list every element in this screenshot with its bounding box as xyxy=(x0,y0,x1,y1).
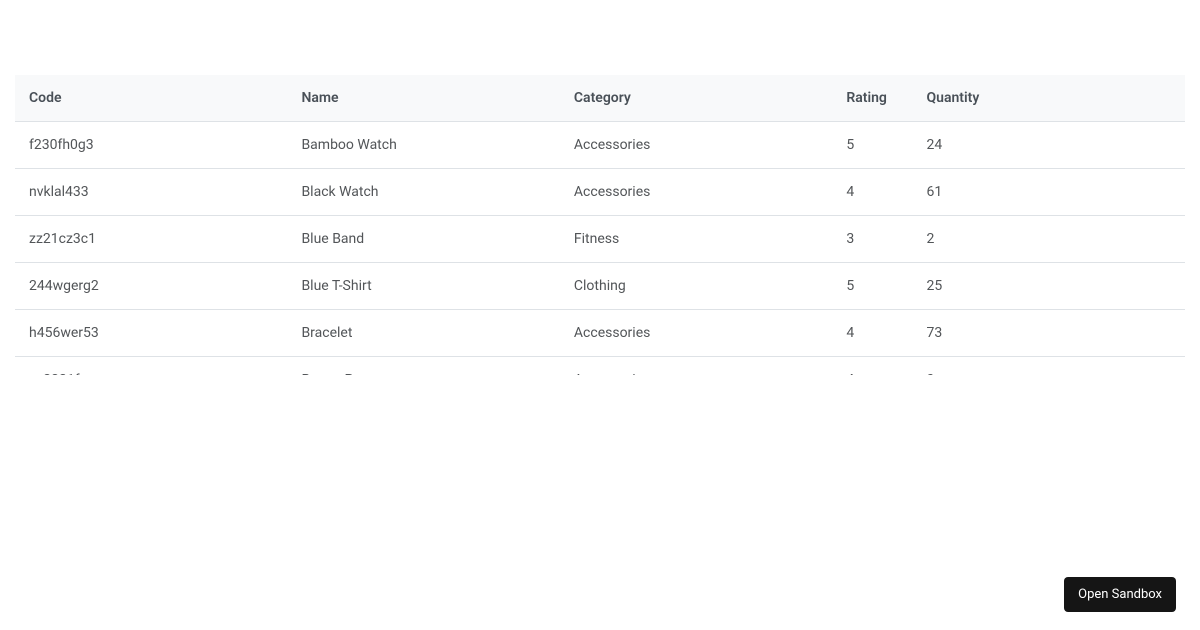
cell-rating: 4 xyxy=(832,169,912,216)
cell-name: Black Watch xyxy=(287,169,559,216)
cell-category: Accessories xyxy=(560,122,832,169)
table-row[interactable]: 244wgerg2 Blue T-Shirt Clothing 5 25 xyxy=(15,263,1185,310)
cell-code: nvklal433 xyxy=(15,169,287,216)
cell-rating: 3 xyxy=(832,216,912,263)
data-table: Code Name Category Rating Quantity f230f… xyxy=(15,75,1185,375)
table-body: f230fh0g3 Bamboo Watch Accessories 5 24 … xyxy=(15,122,1185,376)
cell-quantity: 24 xyxy=(912,122,1185,169)
cell-rating: 5 xyxy=(832,122,912,169)
cell-name: Brown Purse xyxy=(287,357,559,376)
cell-rating: 4 xyxy=(832,357,912,376)
cell-quantity: 0 xyxy=(912,357,1185,376)
cell-code: zz21cz3c1 xyxy=(15,216,287,263)
cell-code: h456wer53 xyxy=(15,310,287,357)
cell-category: Fitness xyxy=(560,216,832,263)
table-row[interactable]: nvklal433 Black Watch Accessories 4 61 xyxy=(15,169,1185,216)
col-header-rating[interactable]: Rating xyxy=(832,75,912,122)
cell-code: av2231fwg xyxy=(15,357,287,376)
cell-name: Blue T-Shirt xyxy=(287,263,559,310)
open-sandbox-button[interactable]: Open Sandbox xyxy=(1064,577,1176,612)
table-header: Code Name Category Rating Quantity xyxy=(15,75,1185,122)
cell-rating: 5 xyxy=(832,263,912,310)
cell-category: Accessories xyxy=(560,357,832,376)
cell-code: f230fh0g3 xyxy=(15,122,287,169)
table-row[interactable]: f230fh0g3 Bamboo Watch Accessories 5 24 xyxy=(15,122,1185,169)
col-header-quantity[interactable]: Quantity xyxy=(912,75,1185,122)
cell-category: Accessories xyxy=(560,310,832,357)
col-header-name[interactable]: Name xyxy=(287,75,559,122)
cell-category: Clothing xyxy=(560,263,832,310)
table-row[interactable]: av2231fwg Brown Purse Accessories 4 0 xyxy=(15,357,1185,376)
cell-name: Bracelet xyxy=(287,310,559,357)
cell-quantity: 25 xyxy=(912,263,1185,310)
table-row[interactable]: h456wer53 Bracelet Accessories 4 73 xyxy=(15,310,1185,357)
cell-rating: 4 xyxy=(832,310,912,357)
cell-name: Blue Band xyxy=(287,216,559,263)
data-table-container[interactable]: Code Name Category Rating Quantity f230f… xyxy=(15,75,1185,375)
cell-quantity: 2 xyxy=(912,216,1185,263)
cell-category: Accessories xyxy=(560,169,832,216)
cell-name: Bamboo Watch xyxy=(287,122,559,169)
col-header-category[interactable]: Category xyxy=(560,75,832,122)
table-row[interactable]: zz21cz3c1 Blue Band Fitness 3 2 xyxy=(15,216,1185,263)
cell-quantity: 73 xyxy=(912,310,1185,357)
cell-code: 244wgerg2 xyxy=(15,263,287,310)
cell-quantity: 61 xyxy=(912,169,1185,216)
col-header-code[interactable]: Code xyxy=(15,75,287,122)
